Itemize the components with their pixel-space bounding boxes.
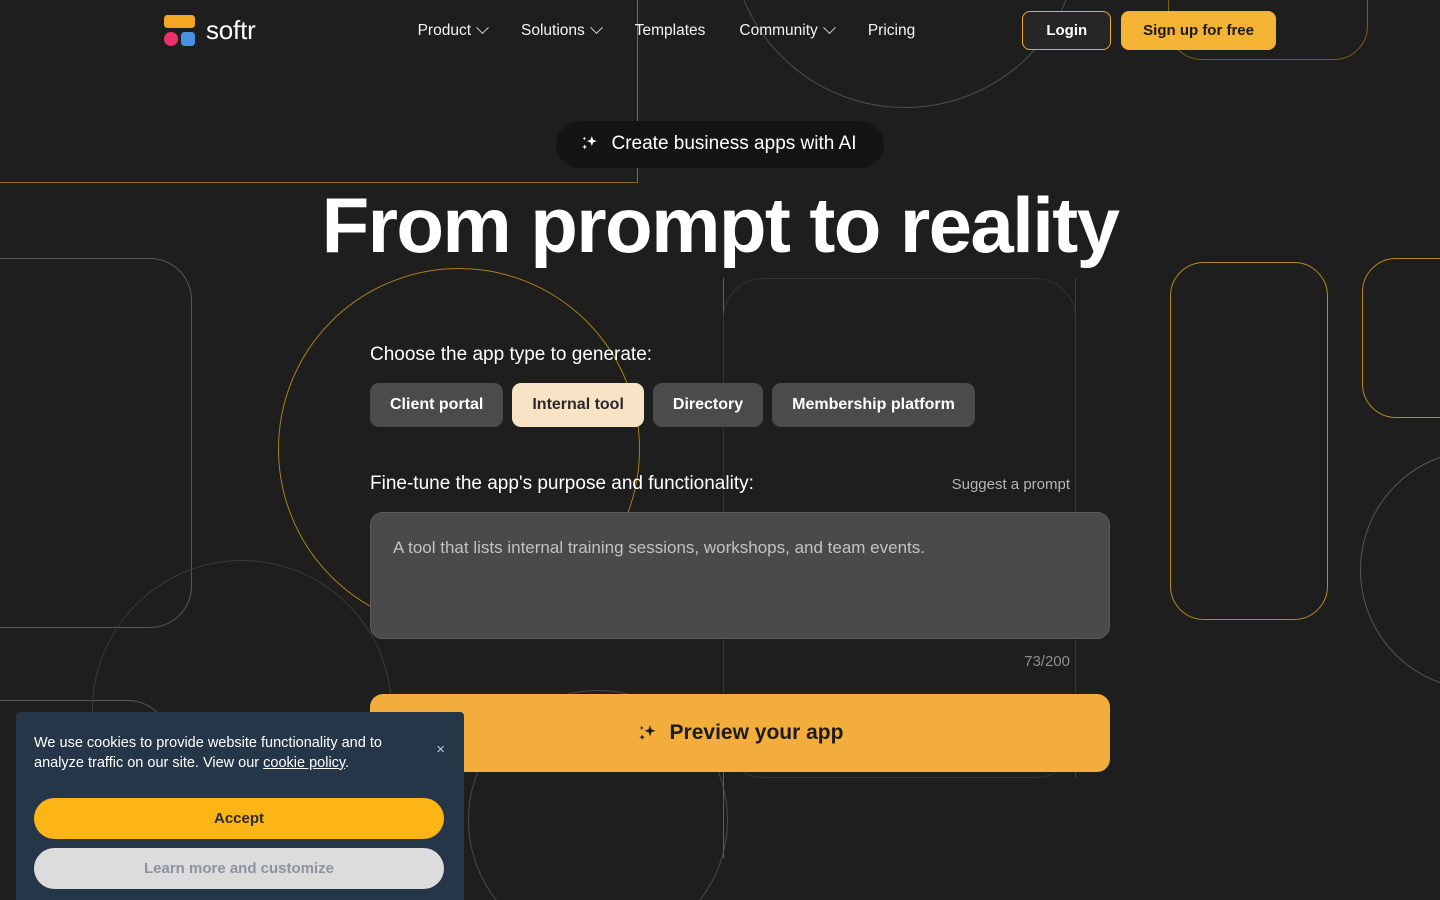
- preview-app-label: Preview your app: [669, 720, 844, 744]
- logo-circle-shape: [164, 32, 178, 46]
- nav-label-solutions: Solutions: [521, 21, 585, 39]
- nav-label-templates: Templates: [634, 21, 706, 39]
- page-root: softr Product Solutions Templates Commun…: [0, 0, 1440, 900]
- ai-badge-label: Create business apps with AI: [611, 133, 857, 154]
- logo-bottom-row: [164, 32, 195, 46]
- hero-section: Create business apps with AI From prompt…: [0, 121, 1440, 266]
- app-type-options: Client portal Internal tool Directory Me…: [370, 382, 1070, 427]
- deco-circle-right: [1360, 450, 1440, 690]
- app-type-label: Choose the app type to generate:: [370, 343, 653, 365]
- preview-app-button[interactable]: Preview your app: [370, 693, 1110, 772]
- prompt-input[interactable]: [370, 511, 1110, 639]
- brand-logo[interactable]: softr: [164, 15, 256, 46]
- header-actions: Login Sign up for free: [1022, 11, 1276, 50]
- cookie-message: We use cookies to provide website functi…: [34, 734, 444, 773]
- chevron-down-icon: [589, 21, 603, 35]
- cookie-banner: × We use cookies to provide website func…: [16, 712, 464, 900]
- signup-button[interactable]: Sign up for free: [1121, 11, 1276, 50]
- app-type-directory[interactable]: Directory: [652, 382, 764, 427]
- character-counter: 73/200: [1024, 652, 1070, 670]
- app-type-client-portal[interactable]: Client portal: [370, 382, 504, 427]
- app-type-membership-platform[interactable]: Membership platform: [772, 382, 975, 427]
- suggest-prompt-link[interactable]: Suggest a prompt: [952, 476, 1070, 493]
- cookie-text-after: .: [345, 754, 350, 771]
- chevron-down-icon: [822, 21, 836, 35]
- cookie-accept-button[interactable]: Accept: [34, 798, 444, 840]
- cookie-policy-link[interactable]: cookie policy: [263, 755, 345, 771]
- login-button[interactable]: Login: [1022, 11, 1112, 50]
- close-icon[interactable]: ×: [436, 742, 445, 757]
- nav-label-community: Community: [739, 21, 818, 39]
- nav-item-pricing[interactable]: Pricing: [868, 22, 915, 40]
- logo-square-shape: [181, 32, 195, 46]
- brand-name: softr: [206, 15, 256, 45]
- nav-item-solutions[interactable]: Solutions: [521, 21, 603, 40]
- app-generator-form: Choose the app type to generate: Client …: [350, 343, 1110, 772]
- sparkle-icon: [580, 134, 600, 154]
- site-header: softr Product Solutions Templates Commun…: [0, 0, 1440, 61]
- softr-logo-icon: [164, 15, 195, 46]
- ai-badge: Create business apps with AI: [556, 121, 884, 168]
- page-title: From prompt to reality: [321, 181, 1120, 269]
- deco-rounded-rect-left: [0, 258, 192, 628]
- nav-item-product[interactable]: Product: [417, 21, 489, 40]
- purpose-label: Fine-tune the app's purpose and function…: [370, 472, 754, 494]
- cookie-learn-more-button[interactable]: Learn more and customize: [34, 848, 444, 890]
- deco-amber-rect-far-right: [1362, 258, 1440, 418]
- purpose-label-row: Fine-tune the app's purpose and function…: [370, 473, 1070, 495]
- nav-item-community[interactable]: Community: [739, 21, 836, 40]
- chevron-down-icon: [476, 21, 489, 35]
- logo-bar-shape: [164, 15, 195, 28]
- sparkle-icon: [637, 723, 657, 743]
- app-type-internal-tool[interactable]: Internal tool: [512, 382, 644, 427]
- main-nav: Product Solutions Templates Community Pr…: [417, 21, 915, 40]
- nav-item-templates[interactable]: Templates: [635, 22, 706, 40]
- nav-label-product: Product: [417, 21, 471, 39]
- deco-amber-rect-right: [1170, 262, 1328, 620]
- nav-label-pricing: Pricing: [867, 21, 916, 39]
